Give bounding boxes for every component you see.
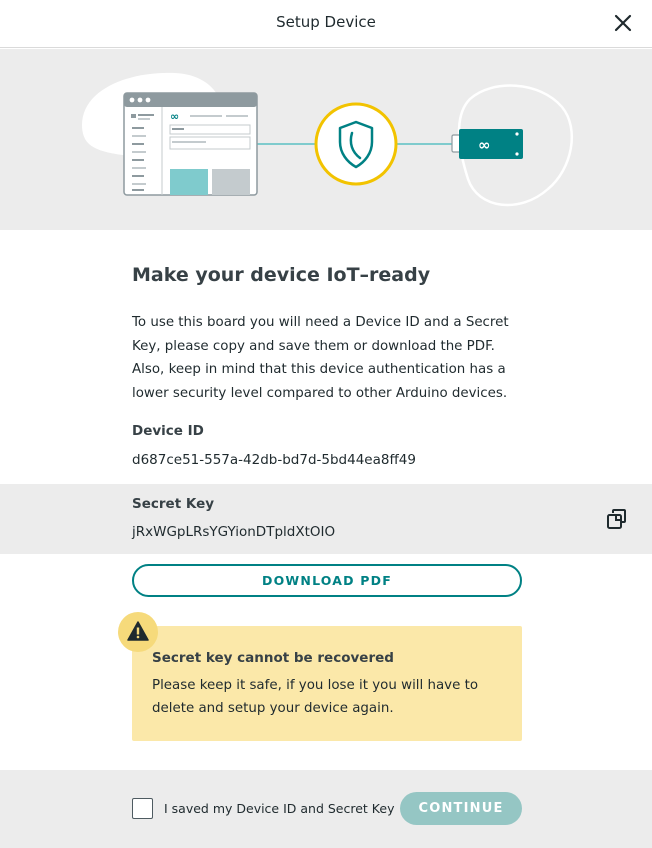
shield-icon bbox=[314, 102, 398, 186]
dialog-header: Setup Device bbox=[0, 0, 652, 48]
secret-key-label: Secret Key bbox=[132, 496, 215, 512]
setup-illustration: ∞ ∞ bbox=[82, 72, 574, 207]
continue-button[interactable]: CONTINUE bbox=[400, 792, 522, 825]
saved-credentials-checkbox[interactable] bbox=[132, 798, 153, 819]
download-pdf-button[interactable]: DOWNLOAD PDF bbox=[132, 564, 522, 597]
warning-box: Secret key cannot be recovered Please ke… bbox=[132, 626, 522, 741]
close-icon bbox=[614, 14, 632, 32]
device-id-value[interactable]: d687ce51-557a-42db-bd7d-5bd44ea8ff49 bbox=[132, 452, 416, 468]
main-title: Make your device IoT–ready bbox=[132, 264, 431, 286]
secret-key-row: Secret Key jRxWGpLRsYGYionDTpldXtOIO bbox=[0, 484, 652, 554]
browser-window-illustration: ∞ bbox=[123, 92, 258, 196]
arduino-board-illustration: ∞ bbox=[451, 129, 523, 159]
close-button[interactable] bbox=[612, 12, 634, 34]
svg-text:∞: ∞ bbox=[170, 110, 179, 123]
saved-credentials-label[interactable]: I saved my Device ID and Secret Key bbox=[164, 801, 394, 816]
description-text: To use this board you will need a Device… bbox=[132, 315, 509, 401]
warning-text: Please keep it safe, if you lose it you … bbox=[152, 678, 479, 716]
warning-icon bbox=[127, 621, 149, 641]
hero-illustration: ∞ ∞ bbox=[0, 49, 652, 230]
copy-secret-key-button[interactable] bbox=[604, 507, 628, 531]
device-id-label: Device ID bbox=[132, 423, 204, 439]
dialog-title: Setup Device bbox=[276, 13, 376, 31]
setup-device-dialog: Setup Device ∞ ∞ Make your device IoT–re… bbox=[0, 0, 652, 848]
dialog-footer: I saved my Device ID and Secret Key CONT… bbox=[0, 770, 652, 848]
copy-icon bbox=[607, 509, 626, 529]
svg-text:∞: ∞ bbox=[478, 136, 491, 154]
warning-title: Secret key cannot be recovered bbox=[152, 650, 394, 666]
secret-key-value[interactable]: jRxWGpLRsYGYionDTpldXtOIO bbox=[132, 524, 335, 540]
warning-icon-badge bbox=[118, 612, 158, 652]
